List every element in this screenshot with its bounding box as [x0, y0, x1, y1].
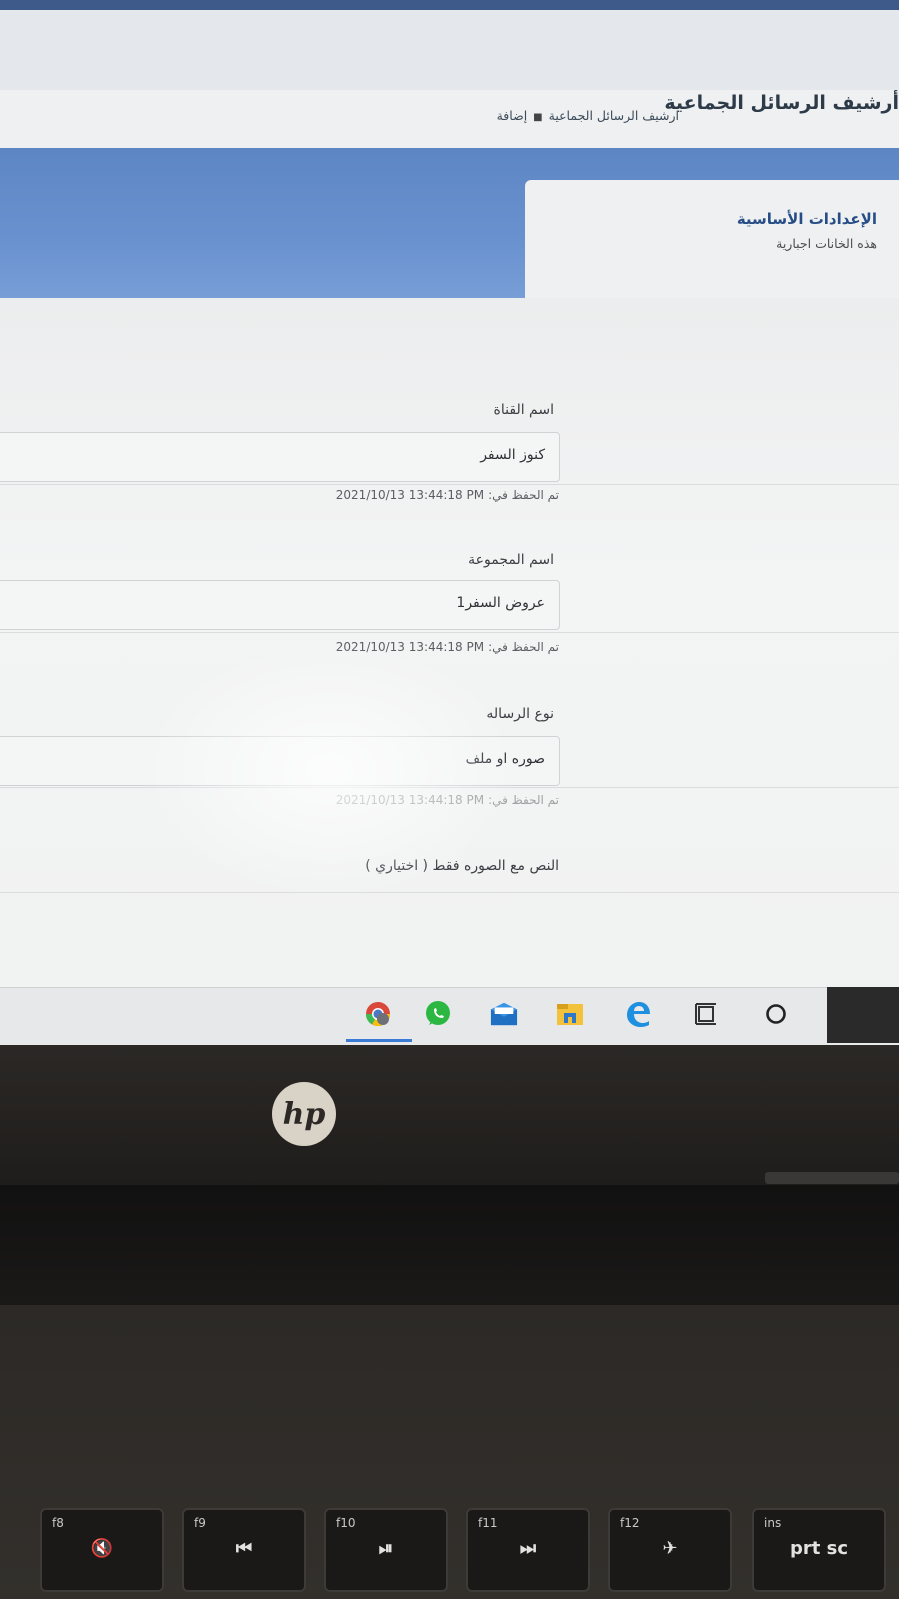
message-type-label: نوع الرساله	[486, 706, 554, 722]
group-name-value: عروض السفر1	[456, 595, 545, 611]
breadcrumb-separator: ■	[533, 112, 543, 123]
key-prtsc[interactable]: ins prt sc	[752, 1508, 886, 1592]
key-f8[interactable]: f8 🔇	[40, 1508, 164, 1592]
saved-timestamp: 2021/10/13 13:44:18 PM	[335, 640, 485, 654]
saved-prefix: تم الحفظ في:	[488, 488, 559, 502]
hinge-vent	[765, 1172, 899, 1184]
next-track-icon: ⏭	[519, 1538, 537, 1559]
edge-icon[interactable]	[624, 1000, 652, 1028]
field-divider	[0, 787, 899, 788]
message-type-select[interactable]: صوره او ملف	[0, 736, 560, 786]
taskbar-active-indicator	[346, 1039, 412, 1042]
key-fn-label: f12	[620, 1516, 640, 1530]
field-divider	[0, 632, 899, 633]
key-f12[interactable]: f12 ✈	[608, 1508, 732, 1592]
file-explorer-icon[interactable]	[556, 1000, 584, 1028]
optional-text-label: النص مع الصوره فقط ( اختياري )	[365, 858, 559, 874]
hp-logo: hp	[272, 1082, 336, 1146]
browser-toolbar	[0, 10, 899, 91]
field-divider	[0, 892, 899, 893]
breadcrumb-current: إضافة	[496, 108, 528, 123]
previous-track-icon: ⏮	[235, 1538, 253, 1559]
saved-prefix: تم الحفظ في:	[488, 793, 559, 807]
chrome-profile-icon[interactable]	[364, 1000, 392, 1028]
play-pause-icon: ⏯	[378, 1538, 394, 1559]
key-fn-label: ins	[764, 1516, 782, 1530]
message-type-value: صوره او ملف	[465, 751, 545, 767]
key-fn-label: f10	[336, 1516, 356, 1530]
group-name-label: اسم المجموعة	[468, 552, 554, 568]
taskbar-edge	[827, 987, 899, 1043]
saved-timestamp: 2021/10/13 13:44:18 PM	[335, 793, 485, 807]
whatsapp-icon[interactable]	[424, 1000, 452, 1028]
key-fn-label: f8	[52, 1516, 64, 1530]
group-name-saved-note: تم الحفظ في:2021/10/13 13:44:18 PM	[336, 640, 559, 654]
channel-name-saved-note: تم الحفظ في:2021/10/13 13:44:18 PM	[336, 488, 559, 502]
page-title: أرشيف الرسائل الجماعية	[664, 92, 899, 114]
laptop-hinge	[0, 1185, 899, 1305]
saved-timestamp: 2021/10/13 13:44:18 PM	[335, 488, 485, 502]
laptop-bezel	[0, 1045, 899, 1185]
key-f9[interactable]: f9 ⏮	[182, 1508, 306, 1592]
hp-logo-text: hp	[282, 1096, 326, 1132]
key-f10[interactable]: f10 ⏯	[324, 1508, 448, 1592]
section-title: الإعدادات الأساسية	[736, 210, 877, 228]
key-fn-label: f11	[478, 1516, 498, 1530]
group-name-input[interactable]: عروض السفر1	[0, 580, 560, 630]
task-view-icon[interactable]	[692, 1000, 720, 1028]
message-type-saved-note: تم الحفظ في:2021/10/13 13:44:18 PM	[336, 793, 559, 807]
channel-name-label: اسم القناة	[493, 402, 554, 418]
breadcrumb: ارشيف الرسائل الجماعية ■ إضافة	[497, 108, 679, 123]
key-f11[interactable]: f11 ⏭	[466, 1508, 590, 1592]
field-divider	[0, 484, 899, 485]
breadcrumb-archive-link[interactable]: ارشيف الرسائل الجماعية	[549, 108, 679, 123]
browser-top-strip	[0, 0, 899, 10]
channel-name-input[interactable]: كنوز السفر	[0, 432, 560, 482]
key-fn-label: f9	[194, 1516, 206, 1530]
mute-icon: 🔇	[90, 1538, 114, 1559]
saved-prefix: تم الحفظ في:	[488, 640, 559, 654]
cortana-icon[interactable]	[762, 1000, 790, 1028]
monitor-screen: أرشيف الرسائل الجماعية ارشيف الرسائل الج…	[0, 0, 899, 1045]
channel-name-value: كنوز السفر	[480, 447, 545, 463]
section-subtitle: هذه الخانات اجبارية	[776, 236, 877, 251]
print-screen-label: prt sc	[789, 1538, 849, 1559]
mail-icon[interactable]	[490, 1000, 518, 1028]
airplane-mode-icon: ✈	[662, 1538, 678, 1559]
